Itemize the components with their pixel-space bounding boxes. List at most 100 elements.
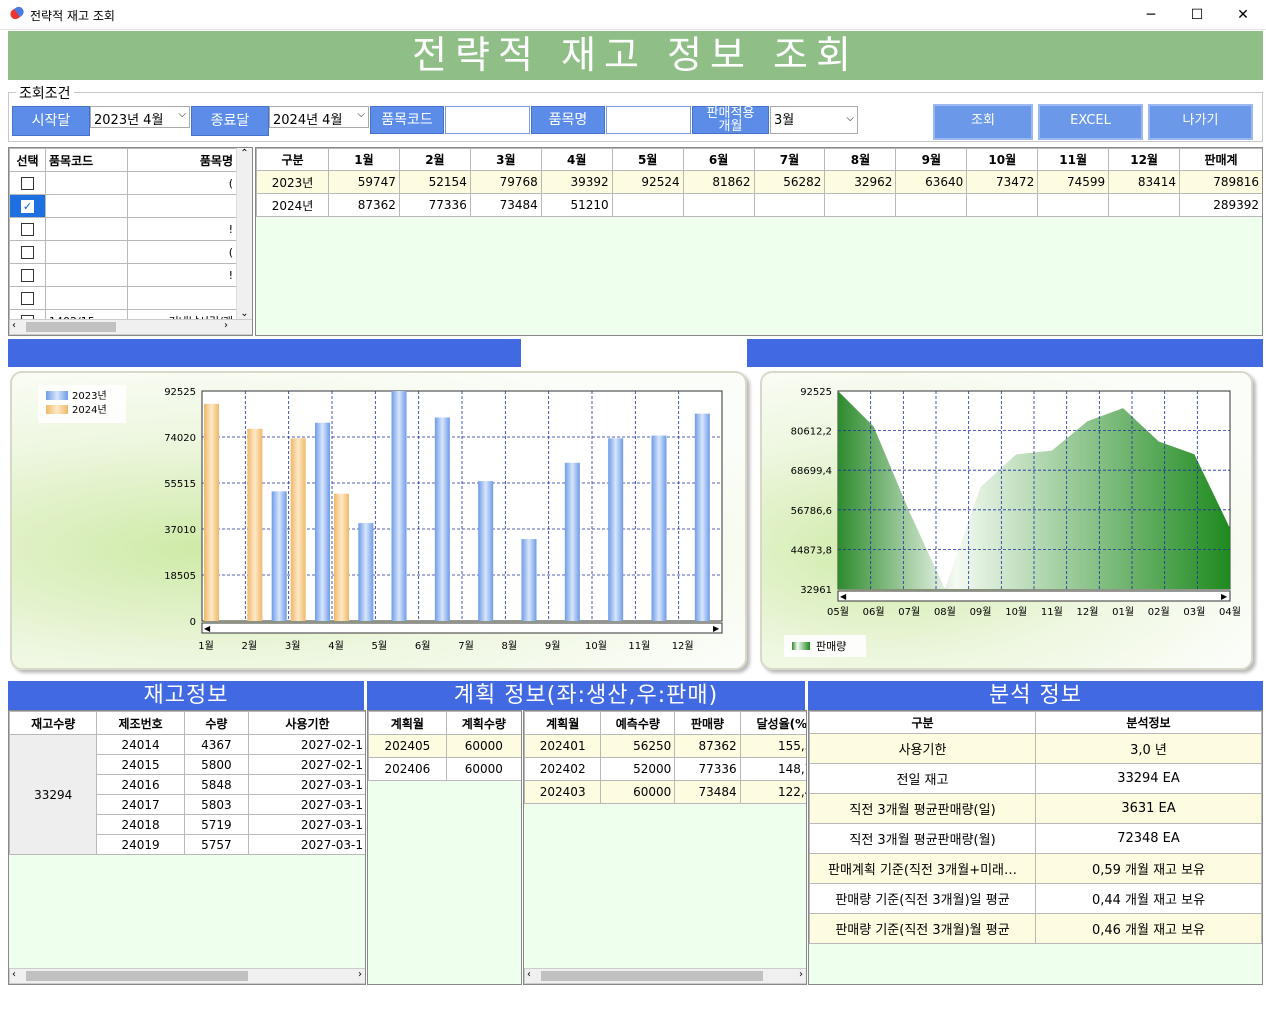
table-cell: 2027-02-1 [247, 734, 365, 755]
stock-section-header: 재고정보 [8, 681, 366, 710]
app-icon [8, 4, 26, 22]
table-cell: 24018 [96, 814, 185, 835]
scroll-up-icon[interactable]: ⌃ [237, 148, 252, 159]
select-cell[interactable] [9, 217, 46, 241]
exit-button[interactable]: 나가기 [1148, 104, 1253, 140]
item-code-cell [45, 194, 128, 218]
sales-months-select[interactable]: 3월 ⌵ [770, 106, 858, 134]
bar-chart: 92525 74020 55515 37010 18505 0 1월 2월 3월 4월 5월 6월 7월… [38, 385, 723, 652]
column-header: 계획월 [524, 711, 602, 735]
analysis-value: 33294 EA [1035, 763, 1262, 794]
horizontal-scrollbar[interactable]: ‹ › [9, 968, 365, 984]
y-tick-label: 55515 [164, 479, 196, 490]
horizontal-scrollbar[interactable]: ‹ › [9, 319, 252, 335]
table-row[interactable]: 33294 24014 4367 2027-02-1 [9, 734, 365, 855]
column-header: 분석정보 [1035, 711, 1262, 734]
scroll-left-icon[interactable]: ‹ [527, 969, 531, 980]
table-row[interactable]: 202406 60000 [368, 757, 521, 781]
scrollbar-thumb[interactable] [26, 971, 248, 981]
checkbox[interactable] [21, 246, 34, 259]
list-item[interactable]: ( [9, 171, 237, 195]
production-plan-grid: 계획월 계획수량 202405 60000 202406 60000 [367, 710, 522, 985]
table-cell: 79768 [469, 170, 542, 194]
table-row[interactable]: 판매량 기준(직전 3개월)일 평균 0,44 개월 재고 보유 [809, 883, 1262, 914]
list-item[interactable]: ! [9, 217, 237, 241]
scroll-right-icon[interactable]: › [224, 320, 228, 331]
checkbox[interactable] [21, 223, 34, 236]
x-tick-label: 06월 [863, 606, 885, 618]
item-code-input[interactable] [445, 106, 530, 134]
start-month-select[interactable]: 2023년 4월 ⌵ [90, 106, 190, 128]
table-row[interactable]: 2024년 87362 77336 73484 51210 289392 [256, 193, 1262, 217]
y-tick-label: 68699,4 [791, 466, 832, 477]
list-item[interactable]: ! [9, 263, 237, 287]
table-row[interactable]: 직전 3개월 평균판매량(일) 3631 EA [809, 793, 1262, 824]
list-item[interactable]: ✓ [9, 194, 237, 218]
x-tick-label: 2월 [242, 640, 258, 652]
table-cell: 39392 [540, 170, 613, 194]
table-row[interactable]: 2024015625087362155,31 [524, 734, 806, 758]
table-row[interactable]: 202405 60000 [368, 734, 521, 758]
bar-2023 [694, 413, 710, 621]
bar-2024 [247, 428, 263, 621]
select-cell[interactable]: ✓ [9, 194, 46, 218]
table-row[interactable]: 전일 재고 33294 EA [809, 763, 1262, 794]
column-header: 5월 [611, 148, 684, 171]
window-title: 전략적 재고 조회 [30, 9, 115, 23]
x-tick-label: 02월 [1148, 606, 1170, 618]
table-cell [824, 193, 897, 217]
scroll-right-icon[interactable]: › [358, 969, 362, 980]
excel-button[interactable]: EXCEL [1038, 104, 1143, 140]
checkbox[interactable] [21, 292, 34, 305]
end-month-value: 2024년 4월 [273, 113, 343, 128]
column-header: 9월 [895, 148, 968, 171]
scrollbar-thumb[interactable] [26, 322, 116, 332]
analysis-label: 직전 3개월 평균판매량(일) [809, 793, 1036, 824]
select-cell[interactable] [9, 286, 46, 310]
checkbox-checked[interactable]: ✓ [21, 200, 34, 213]
table-cell: 60000 [445, 757, 521, 781]
select-cell[interactable] [9, 240, 46, 264]
minimize-button[interactable]: ─ [1128, 0, 1174, 30]
table-row[interactable]: 사용기한 3,0 년 [809, 733, 1262, 764]
vertical-scrollbar[interactable]: ⌃ ⌄ [236, 148, 252, 321]
checkbox[interactable] [21, 269, 34, 282]
table-row[interactable]: 판매량 기준(직전 3개월)월 평균 0,46 개월 재고 보유 [809, 913, 1262, 944]
bar-2023 [521, 539, 537, 621]
monthly-sales-grid: 구분 1월 2월 3월 4월 5월 6월 7월 8월 9월 10월 11월 12월 판매계 2023년 59… [255, 147, 1263, 336]
table-cell: 92524 [611, 170, 684, 194]
x-tick-label: 5월 [372, 640, 388, 652]
x-tick-label: 6월 [415, 640, 431, 652]
select-cell[interactable] [9, 263, 46, 287]
list-item[interactable]: ( [9, 240, 237, 264]
close-button[interactable]: ✕ [1220, 0, 1266, 30]
area-chart-panel: 92525 80612,2 68699,4 56786,6 44873,8 32961 05… [760, 371, 1253, 670]
legend-swatch-2024 [46, 405, 68, 414]
col-item-code: 품목코드 [45, 148, 128, 172]
x-tick-label: 07월 [898, 606, 920, 618]
scroll-right-icon[interactable]: › [799, 969, 803, 980]
table-row[interactable]: 판매계획 기준(직전 3개월+미래… 0,59 개월 재고 보유 [809, 853, 1262, 884]
scroll-down-icon[interactable]: ⌄ [237, 308, 252, 319]
checkbox[interactable] [21, 177, 34, 190]
table-row[interactable]: 2023년 59747 52154 79768 39392 92524 81862 56282… [256, 170, 1262, 194]
y-tick-label: 74020 [164, 433, 196, 444]
scroll-left-icon[interactable]: ‹ [12, 969, 16, 980]
scroll-left-icon[interactable]: ‹ [12, 320, 16, 331]
list-item[interactable] [9, 286, 237, 310]
y-tick-label: 0 [190, 617, 196, 628]
maximize-button[interactable]: ☐ [1174, 0, 1220, 30]
search-button[interactable]: 조회 [933, 104, 1033, 140]
x-tick-label: 4월 [328, 640, 344, 652]
table-row[interactable]: 2024025200077336148,72 [524, 757, 806, 781]
scrollbar-thumb[interactable] [541, 971, 763, 981]
table-row[interactable]: 직전 3개월 평균판매량(월) 72348 EA [809, 823, 1262, 854]
table-cell: 202403 [524, 780, 602, 804]
table-row[interactable]: 2024036000073484122,47 [524, 780, 806, 804]
y-tick-label: 18505 [164, 571, 196, 582]
column-header: 1월 [328, 148, 400, 171]
select-cell[interactable] [9, 171, 46, 195]
horizontal-scrollbar[interactable]: ‹ › [524, 968, 806, 984]
end-month-select[interactable]: 2024년 4월 ⌵ [269, 106, 369, 128]
item-name-input[interactable] [606, 106, 691, 134]
